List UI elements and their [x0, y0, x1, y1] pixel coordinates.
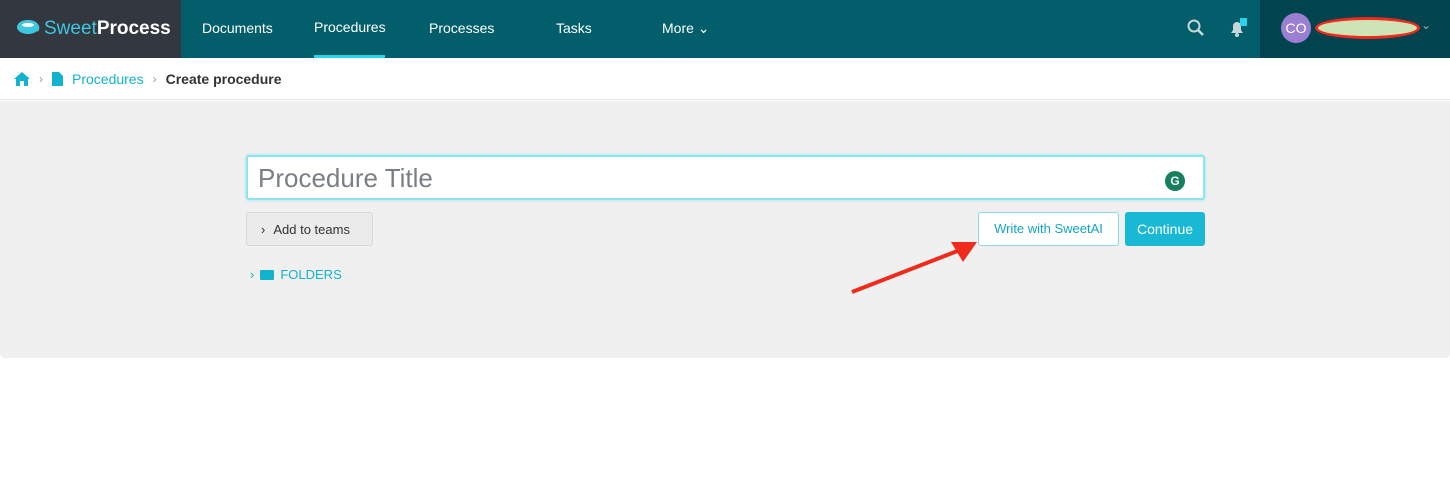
procedure-title-input[interactable]: Procedure Title G — [246, 155, 1205, 200]
logo-text-sweet: Sweet — [44, 18, 97, 39]
grammarly-icon[interactable]: G — [1165, 171, 1185, 191]
logo-text-process: Process — [96, 18, 171, 39]
nav-more[interactable]: More ⌄ — [662, 0, 710, 58]
chevron-right-icon: › — [261, 221, 266, 237]
breadcrumb: › Procedures › Create procedure — [0, 58, 1450, 100]
avatar[interactable]: CO — [1281, 13, 1311, 43]
logo[interactable]: Sweet Process — [0, 0, 181, 58]
cup-icon — [17, 20, 40, 34]
home-icon[interactable] — [14, 71, 30, 86]
annotation-arrow — [851, 242, 977, 294]
nav-processes[interactable]: Processes — [429, 0, 494, 58]
bell-icon[interactable] — [1228, 18, 1248, 38]
title-placeholder: Procedure Title — [258, 163, 433, 193]
add-to-teams-label: Add to teams — [273, 221, 350, 237]
folders-label: FOLDERS — [280, 267, 342, 282]
chevron-down-icon[interactable]: ⌄ — [1421, 18, 1431, 32]
create-procedure-panel: Procedure Title G › Add to teams › FOLDERS … — [0, 101, 1450, 358]
search-icon[interactable] — [1187, 19, 1205, 37]
redacted-username — [1315, 17, 1420, 39]
chevron-right-icon: › — [250, 267, 255, 282]
folders-toggle[interactable]: › FOLDERS — [250, 267, 342, 282]
nav-tasks[interactable]: Tasks — [556, 0, 592, 58]
breadcrumb-current: Create procedure — [165, 70, 282, 87]
document-icon — [52, 71, 63, 86]
top-nav: Sweet Process Documents Procedures Proces… — [0, 0, 1450, 58]
continue-button[interactable]: Continue — [1125, 212, 1205, 246]
folder-icon — [260, 269, 275, 280]
breadcrumb-procedures[interactable]: Procedures — [72, 71, 144, 87]
breadcrumb-separator: › — [39, 71, 43, 86]
breadcrumb-separator: › — [152, 71, 157, 86]
nav-more-label: More — [662, 20, 694, 36]
chevron-down-icon: ⌄ — [697, 20, 710, 36]
write-with-sweetai-button[interactable]: Write with SweetAI — [978, 212, 1119, 246]
nav-procedures[interactable]: Procedures — [314, 0, 386, 58]
add-to-teams-button[interactable]: › Add to teams — [246, 212, 373, 246]
nav-documents[interactable]: Documents — [202, 0, 273, 58]
